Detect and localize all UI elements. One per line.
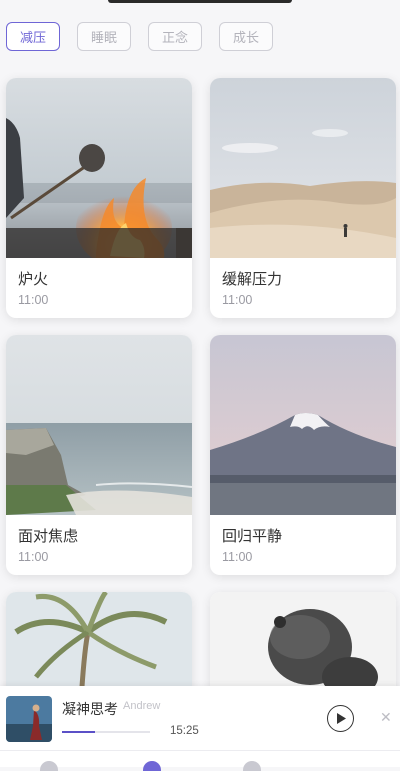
card-title: 面对焦虑 — [18, 527, 79, 545]
player-progress-fill — [62, 731, 96, 733]
close-icon[interactable]: ✕ — [380, 710, 392, 726]
card-title: 炉火 — [18, 270, 49, 288]
card-title: 缓解压力 — [222, 270, 283, 288]
card-duration: 11:00 — [18, 293, 49, 307]
player-time: 15:25 — [170, 725, 199, 737]
card-image-mountain — [210, 335, 396, 515]
tab-relieve-stress[interactable]: 减压 — [6, 22, 60, 51]
card-return-calm[interactable]: 回归平静 11:00 — [210, 335, 396, 575]
tab-sleep[interactable]: 睡眠 — [77, 22, 131, 51]
tab-growth[interactable]: 成长 — [219, 22, 273, 51]
player-progress-bar[interactable] — [62, 731, 150, 733]
card-face-anxiety[interactable]: 面对焦虑 11:00 — [6, 335, 192, 575]
card-relieve-pressure[interactable]: 缓解压力 11:00 — [210, 78, 396, 318]
player-artist: Andrew — [123, 700, 161, 712]
card-fireplace[interactable]: 炉火 11:00 — [6, 78, 192, 318]
status-bar-notch — [108, 0, 292, 3]
tab-mindfulness[interactable]: 正念 — [148, 22, 202, 51]
card-duration: 11:00 — [18, 550, 49, 564]
play-icon[interactable] — [327, 705, 354, 732]
card-image-campfire — [6, 78, 192, 258]
card-title: 回归平静 — [222, 527, 283, 545]
category-tabs: 减压 睡眠 正念 成长 — [6, 22, 273, 51]
card-image-coast — [6, 335, 192, 515]
card-image-desert — [210, 78, 396, 258]
mini-player[interactable]: 凝神思考 Andrew 15:25 ✕ — [0, 686, 400, 750]
player-track-title: 凝神思考 — [62, 702, 118, 718]
bottom-navigation — [0, 750, 400, 767]
card-duration: 11:00 — [222, 293, 253, 307]
card-duration: 11:00 — [222, 550, 253, 564]
player-thumbnail — [6, 696, 52, 742]
